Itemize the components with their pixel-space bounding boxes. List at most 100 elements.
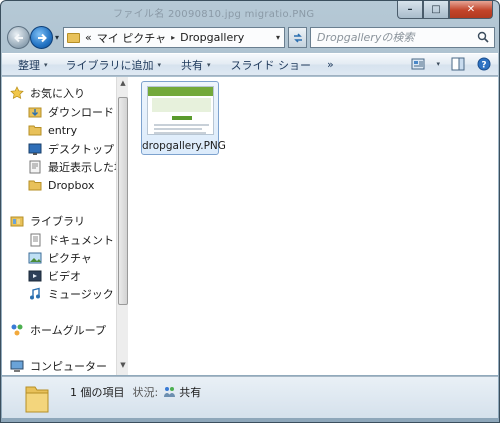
refresh-button[interactable] <box>288 27 307 48</box>
nav-item-label: ドキュメント <box>48 234 114 247</box>
computer-icon <box>10 360 24 372</box>
folder-icon <box>28 125 42 136</box>
documents-icon <box>30 233 41 247</box>
close-button[interactable]: ✕ <box>449 1 493 19</box>
command-bar: 整理 ▾ ライブラリに追加 ▾ 共有 ▾ スライド ショー » ▾ ? <box>2 53 498 76</box>
nav-item-documents[interactable]: ドキュメント <box>28 231 114 249</box>
refresh-icon <box>293 32 302 43</box>
forward-button[interactable] <box>30 26 53 49</box>
add-to-library-button[interactable]: ライブラリに追加 ▾ <box>60 54 168 75</box>
maximize-button[interactable]: □ <box>423 1 449 19</box>
nav-favorites[interactable]: お気に入り <box>10 84 85 102</box>
nav-item-pictures[interactable]: ピクチャ <box>28 249 92 267</box>
nav-favorites-label: お気に入り <box>30 87 85 100</box>
nav-item-label: 最近表示した場所 <box>48 161 116 174</box>
breadcrumb-dropgallery[interactable]: Dropgallery <box>180 31 244 44</box>
thumbnail-line <box>154 132 206 134</box>
nav-item-label: ミュージック <box>48 288 114 301</box>
nav-item-videos[interactable]: ビデオ <box>28 267 81 285</box>
navigation-pane: お気に入り ダウンロード entry デスクトップ 最近表示した場所 Dropb… <box>2 77 116 375</box>
image-thumbnail <box>147 86 214 135</box>
content-area: お気に入り ダウンロード entry デスクトップ 最近表示した場所 Dropb… <box>2 77 498 375</box>
faded-title-text: ファイル名 20090810.jpg migratio.PNG <box>113 9 315 20</box>
nav-item-downloads[interactable]: ダウンロード <box>28 103 114 121</box>
organize-label: 整理 <box>18 58 40 72</box>
library-icon <box>10 216 24 227</box>
videos-icon <box>28 270 42 282</box>
folder-icon <box>25 386 49 413</box>
nav-item-label: デスクトップ <box>48 143 114 156</box>
title-bar: ファイル名 20090810.jpg migratio.PNG – □ ✕ <box>1 1 499 23</box>
thumbnail-button <box>172 116 192 120</box>
share-label: 共有 <box>181 58 204 72</box>
state-value: 共有 <box>179 386 202 399</box>
search-input[interactable] <box>317 31 477 44</box>
nav-item-entry[interactable]: entry <box>28 121 77 139</box>
nav-item-recent-places[interactable]: 最近表示した場所 <box>28 158 116 176</box>
address-dropdown[interactable]: ▾ <box>276 33 280 42</box>
file-name: dropgallery.PNG <box>142 140 226 152</box>
forward-arrow-icon <box>37 33 47 42</box>
desktop-icon <box>28 143 42 155</box>
toolbar-right: ▾ ? <box>410 57 492 71</box>
star-icon <box>10 86 24 99</box>
address-row: ▾ « マイ ピクチャ ▸ Dropgallery ▾ <box>1 23 499 51</box>
explorer-window: ファイル名 20090810.jpg migratio.PNG – □ ✕ ▾ … <box>0 0 500 423</box>
nav-item-music[interactable]: ミュージック <box>28 285 114 303</box>
breadcrumb-separator[interactable]: ▸ <box>171 33 175 42</box>
search-icon[interactable] <box>477 31 489 43</box>
details-pane: 1 個の項目 状況: 共有 <box>2 376 498 418</box>
nav-item-desktop[interactable]: デスクトップ <box>28 140 114 158</box>
nav-libraries[interactable]: ライブラリ <box>10 212 85 230</box>
pictures-icon <box>28 252 42 264</box>
nav-item-label: ビデオ <box>48 270 81 283</box>
nav-computer-label: コンピューター <box>30 360 107 373</box>
item-count: 1 個の項目 <box>70 386 125 399</box>
preview-pane-button[interactable] <box>450 57 466 71</box>
search-box[interactable] <box>310 27 495 48</box>
nav-homegroup-label: ホームグループ <box>30 324 107 337</box>
slideshow-label: スライド ショー <box>230 58 312 72</box>
file-list: dropgallery.PNG <box>129 77 498 375</box>
back-arrow-icon <box>13 33 23 42</box>
view-dropdown[interactable]: ▾ <box>436 60 440 68</box>
organize-button[interactable]: 整理 ▾ <box>12 54 54 75</box>
nav-item-label: Dropbox <box>48 178 95 192</box>
scroll-up-button[interactable]: ▲ <box>118 79 128 91</box>
thumbnail-line <box>154 128 202 130</box>
minimize-button[interactable]: – <box>397 1 423 19</box>
homegroup-icon <box>11 324 23 336</box>
nav-item-label: entry <box>48 123 78 137</box>
navigation-scrollbar[interactable]: ▲ ▼ <box>116 77 128 375</box>
recent-pages-dropdown[interactable]: ▾ <box>55 33 59 42</box>
scroll-down-button[interactable]: ▼ <box>118 361 128 373</box>
breadcrumb-my-pictures[interactable]: マイ ピクチャ <box>97 30 166 46</box>
chevron-down-icon: ▾ <box>207 60 211 69</box>
nav-homegroup[interactable]: ホームグループ <box>10 321 106 339</box>
more-commands-button[interactable]: » <box>321 54 340 75</box>
file-item[interactable]: dropgallery.PNG <box>141 81 226 155</box>
help-button[interactable]: ? <box>476 57 492 71</box>
help-icon: ? <box>477 57 491 71</box>
scroll-thumb[interactable] <box>118 97 128 305</box>
folder-icon <box>28 180 42 191</box>
change-view-button[interactable] <box>410 57 426 71</box>
back-button[interactable] <box>7 26 30 49</box>
more-label: » <box>327 58 334 71</box>
view-icon <box>411 58 425 70</box>
preview-pane-icon <box>451 57 465 71</box>
nav-item-label: ダウンロード <box>48 106 114 119</box>
download-folder-icon <box>28 107 42 118</box>
address-bar[interactable]: « マイ ピクチャ ▸ Dropgallery ▾ <box>63 27 285 48</box>
chevron-down-icon: ▾ <box>44 60 48 69</box>
svg-text:?: ? <box>481 61 486 71</box>
shared-icon <box>164 387 176 397</box>
nav-computer[interactable]: コンピューター <box>10 357 107 375</box>
folder-icon <box>67 32 80 43</box>
slideshow-button[interactable]: スライド ショー <box>225 54 318 75</box>
nav-item-dropbox[interactable]: Dropbox <box>28 176 94 194</box>
window-controls: – □ ✕ <box>397 1 493 19</box>
share-button[interactable]: 共有 ▾ <box>175 54 217 75</box>
state-label: 状況: <box>132 386 159 399</box>
breadcrumb-overflow[interactable]: « <box>85 31 92 44</box>
